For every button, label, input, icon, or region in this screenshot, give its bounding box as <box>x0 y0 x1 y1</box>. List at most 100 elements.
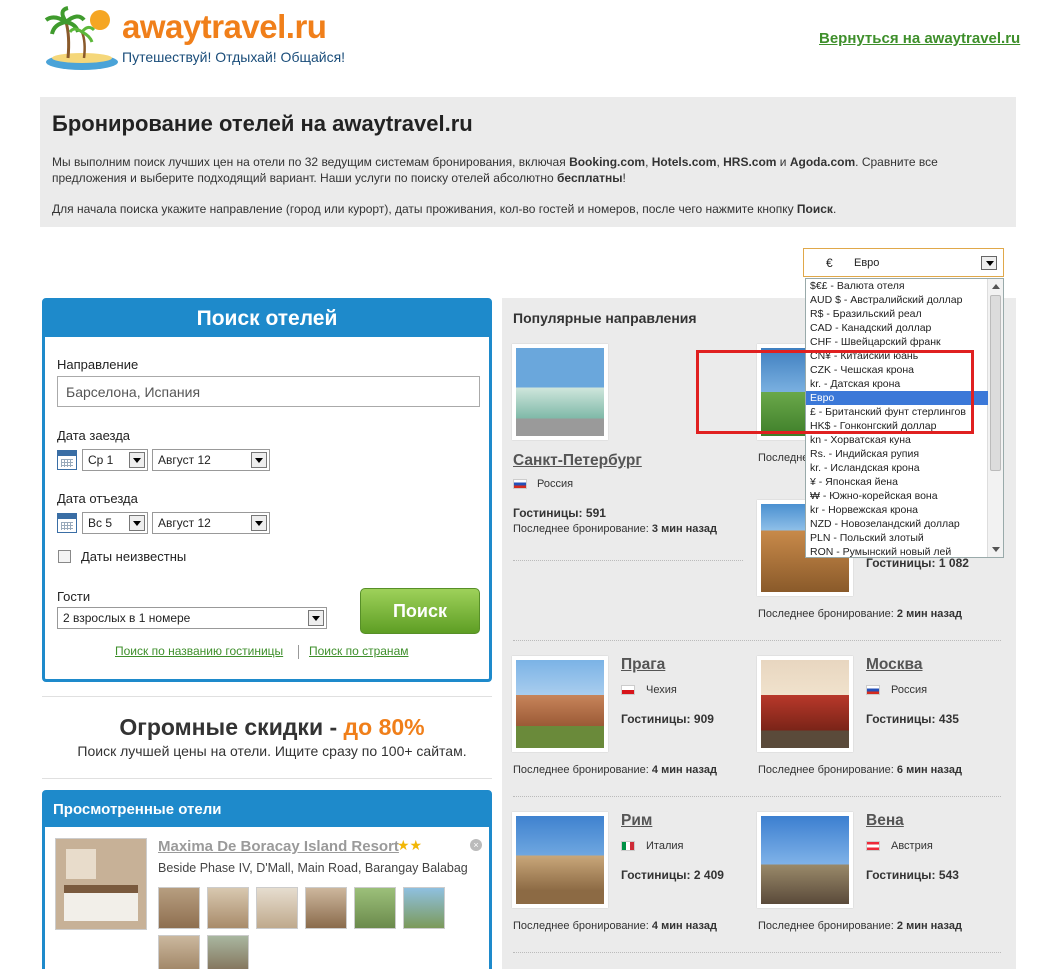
city-link-moscow[interactable]: Москва <box>866 656 923 674</box>
scroll-up-icon[interactable] <box>992 284 1000 289</box>
search-by-hotel-name-link[interactable]: Поиск по названию гостиницы <box>115 644 283 658</box>
city-last-booking: Последнее бронирование: 6 мин назад <box>758 764 962 776</box>
guests-value: 2 взрослых в 1 номере <box>63 611 191 625</box>
intro-paragraph-2: Для начала поиска укажите направление (г… <box>52 202 837 216</box>
hotel-gallery-thumb[interactable] <box>158 935 200 969</box>
promo-title: Огромные скидки - до 80% <box>119 714 425 740</box>
currency-option[interactable]: Rs. - Индийская рупия <box>806 447 988 461</box>
currency-option[interactable]: kr. - Исландская крона <box>806 461 988 475</box>
viewed-hotel-name-link[interactable]: Maxima De Boracay Island Resort <box>158 838 399 855</box>
checkout-label: Дата отъезда <box>57 491 138 506</box>
dates-unknown-checkbox[interactable] <box>58 550 71 563</box>
checkout-calendar-icon[interactable] <box>57 513 77 533</box>
site-name: awaytravel.ru <box>122 8 327 45</box>
currency-option[interactable]: CAD - Канадский доллар <box>806 321 988 335</box>
checkout-month-select[interactable]: Август 12 <box>152 512 270 534</box>
currency-option[interactable]: $€£ - Валюта отеля <box>806 279 988 293</box>
city-last-booking: Последнее бронирование: 2 мин назад <box>758 920 962 932</box>
hotel-gallery-thumb[interactable] <box>207 887 249 929</box>
chevron-down-icon <box>308 610 324 626</box>
search-by-country-link[interactable]: Поиск по странам <box>309 644 409 658</box>
city-photo-vienna[interactable] <box>757 812 853 908</box>
city-link-prague[interactable]: Прага <box>621 656 665 674</box>
checkout-month-value: Август 12 <box>158 516 211 530</box>
currency-option[interactable]: ₩ - Южно-корейская вона <box>806 489 988 503</box>
checkin-month-value: Август 12 <box>158 453 211 467</box>
search-button[interactable]: Поиск <box>360 588 480 634</box>
hotel-gallery-thumb[interactable] <box>305 887 347 929</box>
city-country: Россия <box>537 478 574 490</box>
city-country: Чехия <box>646 684 677 696</box>
hotel-gallery-thumb[interactable] <box>256 887 298 929</box>
city-hotel-count: Гостиницы: 591 <box>513 506 606 520</box>
currency-option[interactable]: R$ - Бразильский реал <box>806 307 988 321</box>
search-panel-title: Поиск отелей <box>45 301 489 337</box>
hotel-gallery-thumb[interactable] <box>403 887 445 929</box>
currency-option[interactable]: kn - Хорватская куна <box>806 433 988 447</box>
currency-option[interactable]: PLN - Польский злотый <box>806 531 988 545</box>
chevron-down-icon <box>251 452 267 468</box>
currency-option[interactable]: kr - Норвежская крона <box>806 503 988 517</box>
back-to-site-link[interactable]: Вернуться на awaytravel.ru <box>819 30 1020 47</box>
guests-label: Гости <box>57 589 91 604</box>
viewed-hotels-title: Просмотренные отели <box>45 793 489 827</box>
city-hotel-count: Гостиницы: 909 <box>621 712 714 726</box>
divider <box>513 560 743 561</box>
highlight-annotation-box <box>696 350 974 434</box>
city-link-vienna[interactable]: Вена <box>866 812 904 830</box>
checkin-day-select[interactable]: Ср 1 <box>82 449 148 471</box>
currency-option[interactable]: ¥ - Японская йена <box>806 475 988 489</box>
city-hotel-count: Гостиницы: 435 <box>866 712 959 726</box>
dates-unknown-label: Даты неизвестны <box>81 549 187 564</box>
currency-option[interactable]: CHF - Швейцарский франк <box>806 335 988 349</box>
city-country: Австрия <box>891 840 933 852</box>
austria-flag-icon <box>866 841 880 851</box>
city-photo-saint-petersburg[interactable] <box>512 344 608 440</box>
czech-flag-icon <box>621 685 635 695</box>
close-icon[interactable]: × <box>470 839 482 851</box>
city-last-booking: Последнее бронирование: 3 мин назад <box>513 523 717 535</box>
city-last-booking: Последнее бронирование: 4 мин назад <box>513 764 717 776</box>
city-hotel-count: Гостиницы: 1 082 <box>866 556 969 570</box>
city-country: Россия <box>891 684 928 696</box>
promo-subtitle: Поиск лучшей цены на отели. Ищите сразу … <box>77 743 467 759</box>
scroll-thumb[interactable] <box>990 295 1001 471</box>
checkout-day-value: Вс 5 <box>88 516 113 530</box>
dropdown-scrollbar[interactable] <box>987 279 1003 557</box>
currency-select[interactable]: € Евро <box>803 248 1004 277</box>
city-photo-rome[interactable] <box>512 812 608 908</box>
destination-input[interactable]: Барселона, Испания <box>57 376 480 407</box>
city-link-rome[interactable]: Рим <box>621 812 652 830</box>
city-photo-moscow[interactable] <box>757 656 853 752</box>
hotel-room-image <box>56 839 146 929</box>
currency-option[interactable]: AUD $ - Австралийский доллар <box>806 293 988 307</box>
checkout-day-select[interactable]: Вс 5 <box>82 512 148 534</box>
hotel-photo[interactable] <box>55 838 147 930</box>
currency-option[interactable]: RON - Румынский новый лей <box>806 545 988 557</box>
city-link-saint-petersburg[interactable]: Санкт-Петербург <box>513 452 642 470</box>
divider <box>513 640 1001 641</box>
intro-panel: Бронирование отелей на awaytravel.ru Мы … <box>40 97 1016 227</box>
checkin-month-select[interactable]: Август 12 <box>152 449 270 471</box>
checkin-label: Дата заезда <box>57 428 131 443</box>
palm-logo-icon <box>44 6 118 70</box>
checkin-calendar-icon[interactable] <box>57 450 77 470</box>
scroll-down-icon[interactable] <box>992 547 1000 552</box>
chevron-down-icon <box>981 256 997 270</box>
russia-flag-icon <box>866 685 880 695</box>
chevron-down-icon <box>129 452 145 468</box>
hotel-gallery-thumb[interactable] <box>158 887 200 929</box>
intro-paragraph-1: Мы выполним поиск лучших цен на отели по… <box>52 155 938 185</box>
guests-select[interactable]: 2 взрослых в 1 номере <box>57 607 327 629</box>
city-photo-prague[interactable] <box>512 656 608 752</box>
hotel-gallery-thumb[interactable] <box>354 887 396 929</box>
divider <box>513 952 1001 953</box>
city-country: Италия <box>646 840 684 852</box>
page-title: Бронирование отелей на awaytravel.ru <box>52 111 473 136</box>
city-last-booking: Последнее бронирование: 2 мин назад <box>758 608 962 620</box>
currency-option[interactable]: NZD - Новозеландский доллар <box>806 517 988 531</box>
hotel-gallery-thumb[interactable] <box>207 935 249 969</box>
checkin-day-value: Ср 1 <box>88 453 114 467</box>
currency-selected-label: Евро <box>854 257 880 269</box>
chevron-down-icon <box>251 515 267 531</box>
